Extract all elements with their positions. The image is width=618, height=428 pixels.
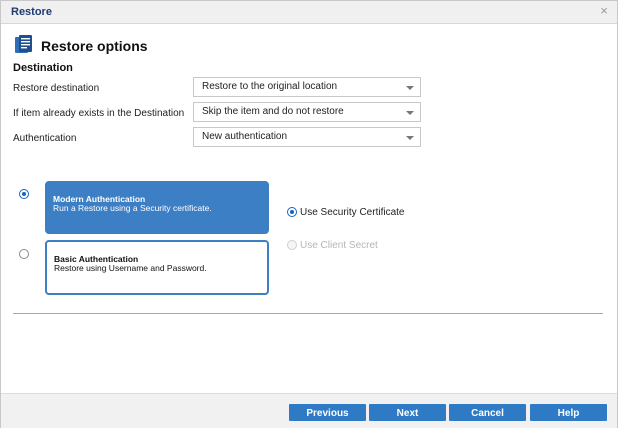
basic-auth-card[interactable]: Basic Authentication Restore using Usern…: [45, 240, 269, 295]
window-title: Restore: [11, 6, 52, 18]
basic-auth-description: Restore using Username and Password.: [54, 263, 207, 273]
restore-destination-label: Restore destination: [13, 83, 100, 94]
close-icon[interactable]: ×: [597, 4, 611, 18]
use-security-certificate-label: Use Security Certificate: [300, 207, 405, 218]
section-divider: [13, 313, 603, 314]
restore-destination-value: Restore to the original location: [202, 81, 338, 92]
modern-auth-description: Run a Restore using a Security certifica…: [53, 203, 212, 213]
modern-auth-radio[interactable]: [19, 189, 29, 199]
footer-bar: Previous Next Cancel Help: [1, 393, 617, 428]
chevron-down-icon: [406, 136, 414, 140]
previous-button[interactable]: Previous: [289, 404, 366, 421]
help-button[interactable]: Help: [530, 404, 607, 421]
title-bar: Restore ×: [1, 1, 617, 24]
authentication-label: Authentication: [13, 133, 77, 144]
chevron-down-icon: [406, 86, 414, 90]
cancel-button[interactable]: Cancel: [449, 404, 526, 421]
item-exists-label: If item already exists in the Destinatio…: [13, 108, 185, 119]
next-button[interactable]: Next: [369, 404, 446, 421]
authentication-dropdown[interactable]: New authentication: [193, 127, 421, 147]
use-client-secret-radio: [287, 240, 297, 250]
authentication-value: New authentication: [202, 131, 288, 142]
use-client-secret-label: Use Client Secret: [300, 240, 378, 251]
use-security-certificate-radio[interactable]: [287, 207, 297, 217]
chevron-down-icon: [406, 111, 414, 115]
modern-auth-card[interactable]: Modern Authentication Run a Restore usin…: [45, 181, 269, 234]
destination-heading: Destination: [13, 62, 73, 74]
document-stack-icon: [15, 35, 32, 53]
basic-auth-radio[interactable]: [19, 249, 29, 259]
page-title: Restore options: [41, 38, 148, 54]
restore-dialog: Restore × Restore options Destination Re…: [0, 0, 618, 428]
item-exists-dropdown[interactable]: Skip the item and do not restore: [193, 102, 421, 122]
item-exists-value: Skip the item and do not restore: [202, 106, 344, 117]
restore-destination-dropdown[interactable]: Restore to the original location: [193, 77, 421, 97]
